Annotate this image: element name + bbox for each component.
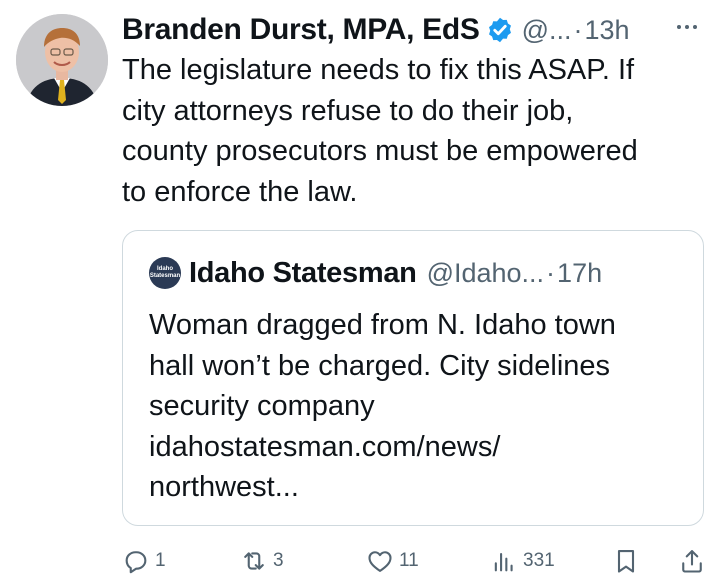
repost-icon: [244, 552, 264, 570]
bookmark-button[interactable]: [612, 544, 640, 578]
logo-text-line-2: Statesman: [149, 273, 181, 279]
reply-count: 1: [155, 550, 166, 571]
quote-separator-dot: ·: [546, 257, 556, 288]
quote-text: Woman dragged from N. Idaho town hall wo…: [149, 309, 616, 503]
share-icon: [682, 550, 702, 573]
author-handle[interactable]: @...: [522, 15, 572, 46]
like-count: 11: [399, 550, 419, 571]
tweet-timestamp[interactable]: 13h: [585, 15, 630, 46]
quote-author-handle[interactable]: @Idaho...: [427, 258, 544, 289]
quote-header: Idaho Statesman Idaho Statesman @Idaho..…: [149, 253, 685, 293]
separator-dot: ·: [573, 14, 583, 45]
reply-icon: [125, 551, 147, 574]
author-name[interactable]: Branden Durst, MPA, EdS: [122, 13, 480, 47]
logo-text-line-1: Idaho: [157, 266, 173, 272]
like-button[interactable]: 11: [366, 544, 419, 578]
reply-button[interactable]: 1: [122, 544, 166, 578]
more-icon[interactable]: [674, 14, 700, 40]
views-count: 331: [523, 550, 555, 571]
like-icon: [368, 551, 392, 572]
avatar-photo: [16, 14, 108, 106]
quote-timestamp[interactable]: 17h: [557, 258, 602, 289]
bookmark-icon: [617, 550, 635, 573]
quote-author-name[interactable]: Idaho Statesman: [189, 257, 417, 290]
action-bar: 1 3 11 331: [122, 544, 712, 578]
views-button[interactable]: 331: [490, 544, 555, 578]
views-icon: [494, 552, 513, 572]
repost-count: 3: [273, 550, 284, 571]
tweet-header: Branden Durst, MPA, EdS @... · 13h: [122, 8, 700, 52]
tweet-text: The legislature needs to fix this ASAP. …: [122, 54, 638, 208]
quote-avatar-logo[interactable]: Idaho Statesman: [149, 257, 181, 289]
repost-button[interactable]: 3: [240, 544, 284, 578]
share-button[interactable]: [678, 544, 706, 578]
author-avatar[interactable]: [16, 14, 108, 106]
quoted-tweet-card[interactable]: Idaho Statesman Idaho Statesman @Idaho..…: [122, 230, 704, 526]
verified-badge-icon[interactable]: [486, 16, 514, 44]
